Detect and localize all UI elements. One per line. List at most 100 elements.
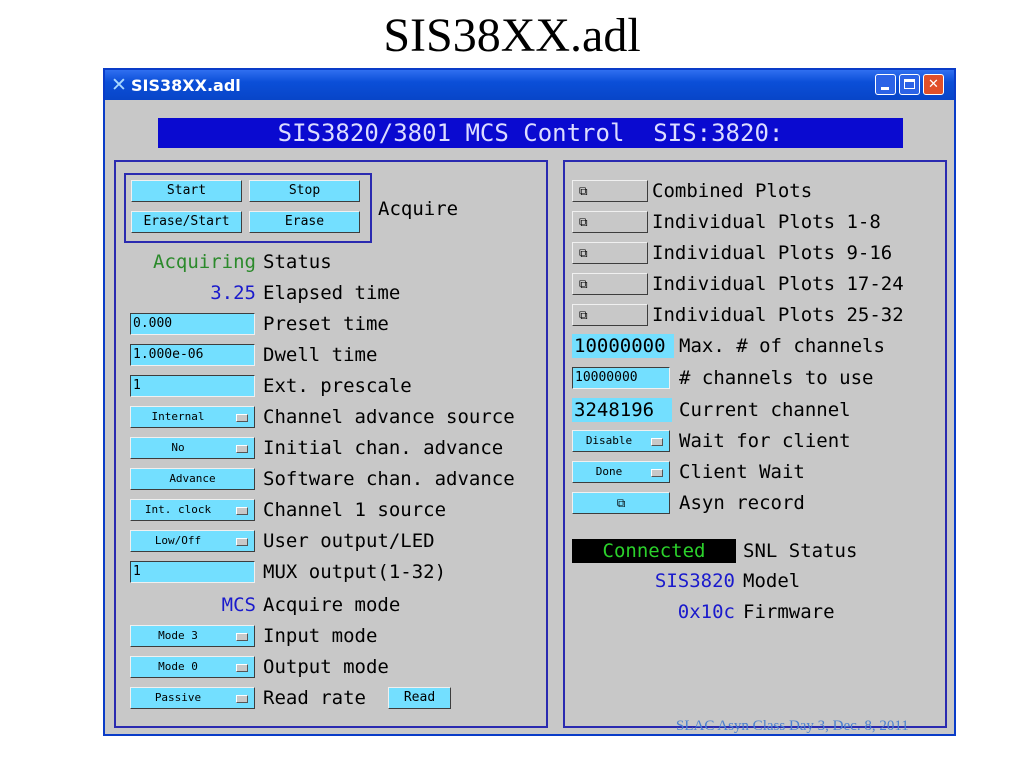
current-channel-label: Current channel <box>679 399 851 421</box>
minimize-icon <box>881 87 889 90</box>
window-titlebar[interactable]: ✕ SIS38XX.adl ✕ <box>105 70 954 100</box>
mux-output-label: MUX output(1-32) <box>263 561 447 583</box>
acquire-label: Acquire <box>378 198 459 220</box>
read-button[interactable]: Read <box>388 687 451 709</box>
wait-for-client-label: Wait for client <box>679 430 851 452</box>
acquire-mode-value: MCS <box>221 594 256 616</box>
start-button[interactable]: Start <box>131 180 242 202</box>
input-mode-value: Mode 3 <box>158 629 198 642</box>
ext-prescale-label: Ext. prescale <box>263 375 412 397</box>
asyn-record-button[interactable]: ⧉ <box>572 492 670 514</box>
user-output-value: Low/Off <box>154 534 202 547</box>
wait-for-client-value: Disable <box>585 434 633 447</box>
firmware-value: 0x10c <box>677 601 735 623</box>
dwell-time-field[interactable]: 1.000e-06 <box>130 344 255 366</box>
related-display-icon: ⧉ <box>579 184 588 198</box>
initial-chan-advance-label: Initial chan. advance <box>263 437 504 459</box>
output-mode-label: Output mode <box>263 656 389 678</box>
channel-advance-source-menu[interactable]: Internal <box>130 406 255 428</box>
plots-17-24-label: Individual Plots 17-24 <box>652 273 904 295</box>
preset-time-field[interactable]: 0.000 <box>130 313 255 335</box>
related-display-icon: ⧉ <box>616 496 626 510</box>
plots-25-32-button[interactable]: ⧉ <box>572 304 648 326</box>
channel-advance-source-label: Channel advance source <box>263 406 515 428</box>
client-wait-value: Done <box>595 465 623 478</box>
output-mode-value: Mode 0 <box>158 660 198 673</box>
dwell-time-label: Dwell time <box>263 344 378 366</box>
menu-indicator-icon <box>651 469 663 477</box>
read-rate-menu[interactable]: Passive <box>130 687 255 709</box>
medm-window: ✕ SIS38XX.adl ✕ SIS3820/3801 MCS Control… <box>103 68 956 736</box>
maximize-icon <box>904 79 915 89</box>
plots-1-8-button[interactable]: ⧉ <box>572 211 648 233</box>
channel-advance-source-value: Internal <box>151 410 205 423</box>
max-channels-label: Max. # of channels <box>679 335 885 357</box>
current-channel-value: 3248196 <box>572 398 672 422</box>
plots-9-16-label: Individual Plots 9-16 <box>652 242 893 264</box>
input-mode-menu[interactable]: Mode 3 <box>130 625 255 647</box>
erase-start-button[interactable]: Erase/Start <box>131 211 242 233</box>
channels-to-use-label: # channels to use <box>679 367 874 389</box>
control-banner: SIS3820/3801 MCS Control SIS:3820: <box>158 118 903 148</box>
initial-chan-advance-value: No <box>171 441 185 454</box>
stop-button[interactable]: Stop <box>249 180 360 202</box>
asyn-record-label: Asyn record <box>679 492 805 514</box>
related-display-icon: ⧉ <box>579 246 588 260</box>
max-channels-value: 10000000 <box>572 334 674 358</box>
menu-indicator-icon <box>236 445 248 453</box>
menu-indicator-icon <box>236 695 248 703</box>
firmware-label: Firmware <box>743 601 835 623</box>
client-wait-menu[interactable]: Done <box>572 461 670 483</box>
related-display-icon: ⧉ <box>579 277 588 291</box>
plots-25-32-label: Individual Plots 25-32 <box>652 304 904 326</box>
channel-1-source-label: Channel 1 source <box>263 499 447 521</box>
combined-plots-button[interactable]: ⧉ <box>572 180 648 202</box>
window-app-icon: ✕ <box>111 74 127 96</box>
read-rate-label: Read rate <box>263 687 366 709</box>
snl-status-label: SNL Status <box>743 540 858 562</box>
status-value: Acquiring <box>153 251 256 273</box>
output-mode-menu[interactable]: Mode 0 <box>130 656 255 678</box>
read-rate-value: Passive <box>154 691 202 704</box>
input-mode-label: Input mode <box>263 625 378 647</box>
ext-prescale-field[interactable]: 1 <box>130 375 255 397</box>
menu-indicator-icon <box>236 507 248 515</box>
software-chan-advance-label: Software chan. advance <box>263 468 515 490</box>
user-output-label: User output/LED <box>263 530 435 552</box>
related-display-icon: ⧉ <box>579 215 588 229</box>
combined-plots-label: Combined Plots <box>652 180 813 202</box>
channel-1-source-value: Int. clock <box>144 503 212 516</box>
status-label: Status <box>263 251 332 273</box>
slide-title: SIS38XX.adl <box>383 9 641 62</box>
slide-footer: SLAC Asyn Class Day 3, Dec. 8, 2011 <box>676 718 909 734</box>
plots-9-16-button[interactable]: ⧉ <box>572 242 648 264</box>
window-title: SIS38XX.adl <box>131 76 241 95</box>
wait-for-client-menu[interactable]: Disable <box>572 430 670 452</box>
related-display-icon: ⧉ <box>579 308 588 322</box>
channels-to-use-field[interactable]: 10000000 <box>572 367 670 389</box>
plots-1-8-label: Individual Plots 1-8 <box>652 211 881 233</box>
elapsed-time-value: 3.25 <box>210 282 256 304</box>
client-wait-label: Client Wait <box>679 461 805 483</box>
close-icon: ✕ <box>928 77 939 92</box>
menu-indicator-icon <box>236 664 248 672</box>
close-button[interactable]: ✕ <box>923 74 944 95</box>
maximize-button[interactable] <box>899 74 920 95</box>
software-advance-button[interactable]: Advance <box>130 468 255 490</box>
plots-17-24-button[interactable]: ⧉ <box>572 273 648 295</box>
user-output-menu[interactable]: Low/Off <box>130 530 255 552</box>
model-label: Model <box>743 570 801 592</box>
model-value: SIS3820 <box>654 570 735 592</box>
acquire-mode-label: Acquire mode <box>263 594 401 616</box>
erase-button[interactable]: Erase <box>249 211 360 233</box>
channel-1-source-menu[interactable]: Int. clock <box>130 499 255 521</box>
minimize-button[interactable] <box>875 74 896 95</box>
mux-output-field[interactable]: 1 <box>130 561 255 583</box>
snl-status-value: Connected <box>572 539 736 563</box>
menu-indicator-icon <box>236 414 248 422</box>
menu-indicator-icon <box>236 633 248 641</box>
menu-indicator-icon <box>236 538 248 546</box>
elapsed-time-label: Elapsed time <box>263 282 401 304</box>
initial-chan-advance-menu[interactable]: No <box>130 437 255 459</box>
menu-indicator-icon <box>651 438 663 446</box>
